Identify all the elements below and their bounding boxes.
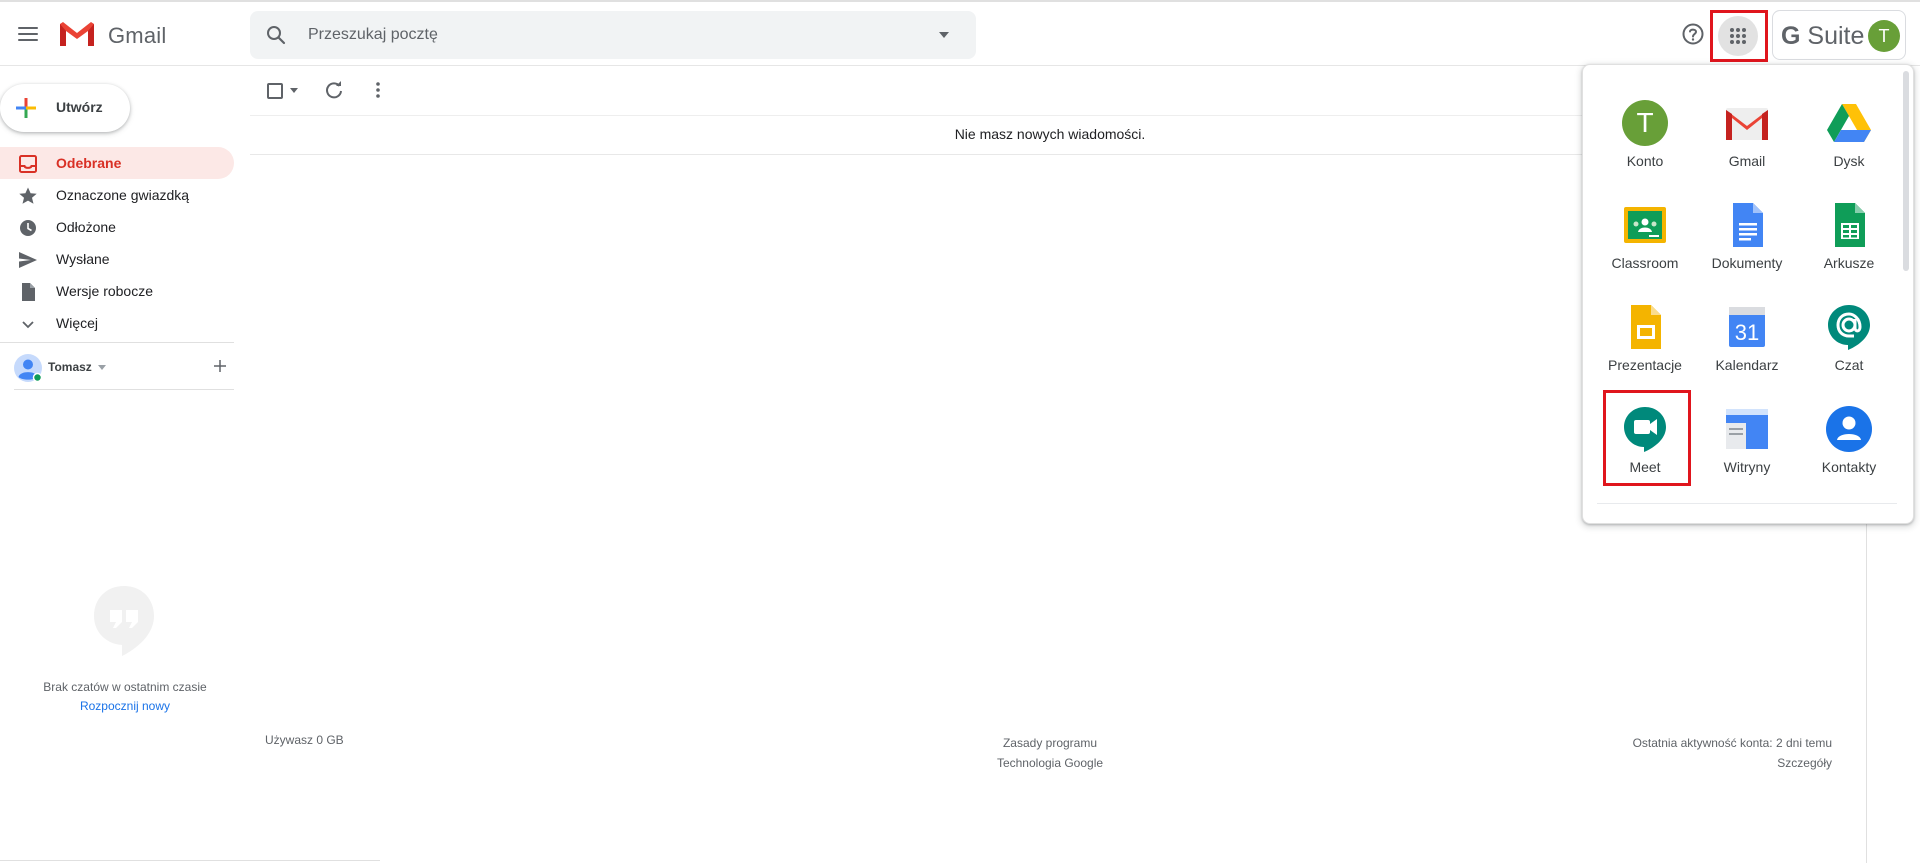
sidebar-item-label: Wersje robocze <box>56 283 154 299</box>
app-tile-classroom[interactable]: Classroom <box>1597 181 1693 277</box>
user-avatar-icon <box>14 354 42 382</box>
app-tile-docs[interactable]: Dokumenty <box>1699 181 1795 277</box>
search-bar[interactable] <box>250 11 976 59</box>
app-label: Classroom <box>1611 255 1679 271</box>
docs-icon <box>1733 203 1763 247</box>
storage-usage: Używasz 0 GB <box>265 733 344 747</box>
more-options-icon[interactable] <box>368 80 388 100</box>
gsuite-account-button[interactable]: G Suite T <box>1772 10 1906 60</box>
send-icon <box>19 252 37 268</box>
sidebar-item-drafts[interactable]: Wersje robocze <box>0 275 234 307</box>
sidebar-item-label: Oznaczone gwiazdką <box>56 187 190 203</box>
app-tile-account[interactable]: T Konto <box>1597 79 1693 175</box>
footer-center: Zasady programu Technologia Google <box>950 733 1150 773</box>
app-tile-chat[interactable]: Czat <box>1801 283 1897 379</box>
select-caret-icon[interactable] <box>290 88 298 94</box>
sidebar-item-starred[interactable]: Oznaczone gwiazdką <box>0 179 234 211</box>
app-tile-contacts[interactable]: Kontakty <box>1801 385 1897 481</box>
svg-text:T: T <box>1636 107 1653 138</box>
gsuite-logo: G Suite <box>1781 22 1865 50</box>
sidebar-item-more[interactable]: Więcej <box>0 307 234 339</box>
gmail-icon <box>1726 108 1768 140</box>
sidebar-item-label: Odebrane <box>56 155 122 171</box>
search-options-caret-icon[interactable] <box>938 31 950 39</box>
compose-button[interactable]: Utwórz <box>0 84 130 132</box>
select-all-checkbox[interactable] <box>267 83 283 99</box>
search-icon[interactable] <box>266 25 286 45</box>
svg-text:31: 31 <box>1735 320 1759 345</box>
app-tile-gmail[interactable]: Gmail <box>1699 79 1795 175</box>
sidebar-item-sent[interactable]: Wysłane <box>0 243 234 275</box>
apps-panel-scrollbar[interactable] <box>1903 71 1909 271</box>
classroom-icon <box>1624 207 1666 243</box>
app-tile-calendar[interactable]: 31 Kalendarz <box>1699 283 1795 379</box>
app-label: Dysk <box>1833 153 1865 169</box>
account-avatar[interactable]: T <box>1868 20 1900 52</box>
app-label: Prezentacje <box>1608 357 1682 373</box>
no-chats-text: Brak czatów w ostatnim czasie <box>43 680 207 694</box>
start-new-chat-link[interactable]: Rozpocznij nowy <box>0 699 250 713</box>
sites-icon <box>1726 409 1768 449</box>
sidebar-item-label: Wysłane <box>56 251 110 267</box>
app-name[interactable]: Gmail <box>108 23 166 49</box>
sidebar-bottom-line <box>0 860 380 861</box>
header: Gmail G Suite T <box>0 2 1920 66</box>
app-tile-sheets[interactable]: Arkusze <box>1801 181 1897 277</box>
compose-label: Utwórz <box>56 99 103 115</box>
app-label: Arkusze <box>1823 255 1875 271</box>
search-input[interactable] <box>306 23 866 47</box>
app-label: Konto <box>1626 153 1664 169</box>
meet-tile-highlight <box>1603 390 1691 486</box>
app-label: Czat <box>1834 357 1864 373</box>
inbox-icon <box>19 155 37 173</box>
caret-down-icon[interactable] <box>98 365 106 371</box>
sidebar-item-inbox[interactable]: Odebrane <box>0 147 234 179</box>
star-icon <box>19 187 37 204</box>
plus-icon <box>16 98 36 118</box>
contacts-icon <box>1826 406 1872 452</box>
hangouts-user[interactable]: Tomasz <box>14 352 234 384</box>
calendar-icon: 31 <box>1729 307 1765 347</box>
app-label: Kalendarz <box>1715 357 1779 373</box>
apps-panel-divider <box>1597 503 1897 504</box>
main-menu-icon[interactable] <box>14 20 42 48</box>
refresh-icon[interactable] <box>324 80 344 100</box>
drive-icon <box>1827 104 1871 142</box>
chat-icon <box>1828 305 1870 350</box>
sidebar-item-snoozed[interactable]: Odłożone <box>0 211 234 243</box>
footer-right: Ostatnia aktywność konta: 2 dni temu Szc… <box>1530 733 1832 773</box>
powered-by-text: Technologia Google <box>996 756 1104 770</box>
program-policies-link[interactable]: Zasady programu <box>950 733 1150 753</box>
app-tile-drive[interactable]: Dysk <box>1801 79 1897 175</box>
hangouts-bubble-icon <box>94 586 154 656</box>
slides-icon <box>1631 305 1661 349</box>
add-chat-icon[interactable] <box>210 356 230 376</box>
app-label: Kontakty <box>1821 459 1877 475</box>
chevron-down-icon <box>22 321 34 329</box>
app-label: Dokumenty <box>1711 255 1783 271</box>
sidebar-item-label: Odłożone <box>56 219 116 235</box>
hangouts-user-name[interactable]: Tomasz <box>48 360 92 374</box>
draft-icon <box>22 283 35 301</box>
app-label: Witryny <box>1723 459 1771 475</box>
sidebar-item-label: Więcej <box>56 315 99 331</box>
help-icon[interactable] <box>1681 22 1705 46</box>
gmail-logo-icon[interactable] <box>58 20 96 48</box>
apps-button-highlight <box>1710 10 1768 62</box>
sheets-icon <box>1835 203 1865 247</box>
sidebar-divider <box>0 342 234 343</box>
details-link[interactable]: Szczegóły <box>1530 753 1832 773</box>
account-icon: T <box>1622 100 1668 146</box>
sidebar-nav: Odebrane Oznaczone gwiazdką Odłożone Wys… <box>0 147 234 339</box>
app-label: Gmail <box>1728 153 1766 169</box>
hangouts-divider <box>14 389 234 390</box>
app-tile-slides[interactable]: Prezentacje <box>1597 283 1693 379</box>
clock-icon <box>20 220 36 236</box>
app-tile-sites[interactable]: Witryny <box>1699 385 1795 481</box>
last-activity-text: Ostatnia aktywność konta: 2 dni temu <box>1632 736 1832 750</box>
